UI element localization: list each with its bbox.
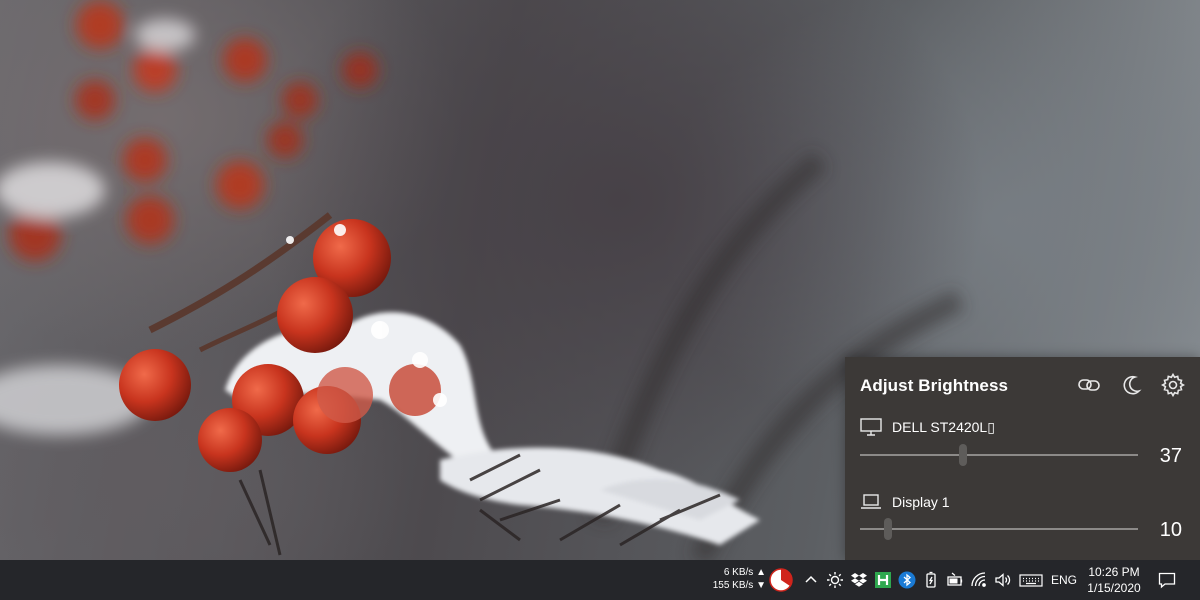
- hwinfo-icon[interactable]: [873, 570, 893, 590]
- chevron-up-icon[interactable]: [801, 570, 821, 590]
- network-speed-meter[interactable]: 6 KB/s ▲ 155 KB/s ▼: [700, 566, 766, 592]
- clock-date: 1/15/2020: [1087, 581, 1141, 595]
- battery-icon[interactable]: [945, 570, 965, 590]
- brightness-value: 37: [1159, 445, 1182, 467]
- pie-chart-icon[interactable]: [769, 568, 793, 592]
- download-speed: 155 KB/s: [712, 580, 754, 591]
- taskbar: 6 KB/s ▲ 155 KB/s ▼ ENG 10:26 PM 1/15/20…: [0, 560, 1200, 600]
- volume-icon[interactable]: [993, 570, 1013, 590]
- brightness-slider-display-1[interactable]: [860, 518, 1138, 540]
- monitor-name: Display 1: [892, 494, 950, 510]
- clock[interactable]: 10:26 PM 1/15/2020: [1085, 564, 1143, 596]
- brightness-flyout: Adjust Brightness DELL ST2420L▯ 37 Displ…: [845, 357, 1200, 560]
- monitor-name: DELL ST2420L▯: [892, 419, 995, 435]
- wifi-icon[interactable]: [969, 570, 989, 590]
- brightness-slider-dell[interactable]: [860, 444, 1138, 466]
- flyout-title: Adjust Brightness: [860, 376, 1009, 395]
- slider-thumb[interactable]: [884, 518, 892, 540]
- upload-speed: 6 KB/s: [723, 567, 754, 578]
- battery-monitor-icon[interactable]: [921, 570, 941, 590]
- moon-icon[interactable]: [1119, 372, 1145, 398]
- clock-time: 10:26 PM: [1088, 565, 1140, 579]
- language-indicator[interactable]: ENG: [1051, 573, 1077, 587]
- action-center-icon[interactable]: [1157, 570, 1177, 590]
- brightness-value: 10: [1159, 519, 1182, 541]
- dropbox-icon[interactable]: [849, 570, 869, 590]
- desktop-monitor-icon: [860, 418, 882, 436]
- link-icon[interactable]: [1076, 372, 1102, 398]
- keyboard-icon[interactable]: [1019, 570, 1043, 590]
- laptop-icon: [860, 493, 882, 511]
- bluetooth-icon[interactable]: [897, 570, 917, 590]
- brightness-sun-icon[interactable]: [825, 570, 845, 590]
- slider-thumb[interactable]: [959, 444, 967, 466]
- gear-icon[interactable]: [1160, 372, 1186, 398]
